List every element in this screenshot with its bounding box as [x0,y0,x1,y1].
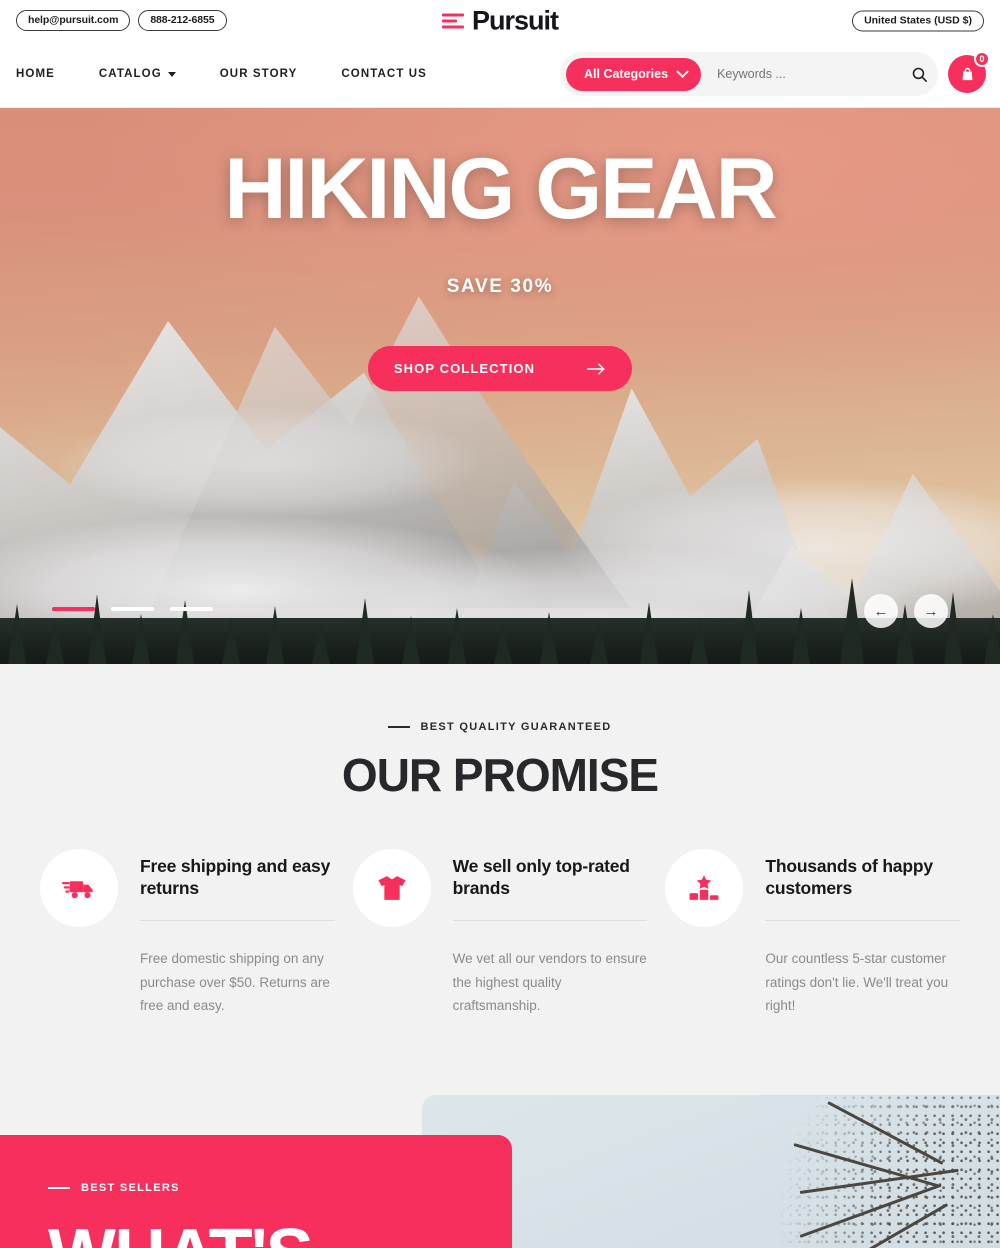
nav-item-label: CONTACT US [341,68,427,80]
contact-pills: help@pursuit.com 888-212-6855 [16,9,227,32]
search-input[interactable] [701,67,906,81]
feature-list: Free shipping and easy returns Free dome… [0,802,1000,1017]
feature-item: We sell only top-rated brands We vet all… [352,849,648,1017]
nav-item-label: CATALOG [98,68,162,80]
hero-slide-indicator-2[interactable] [111,607,154,611]
chevron-down-icon [676,64,689,78]
page-root: help@pursuit.com 888-212-6855 Pursuit Un… [0,0,1000,1248]
divider [140,920,335,922]
feature-title: Free shipping and easy returns [140,856,331,899]
best-sellers-section: BEST SELLERS WHAT'S [0,1069,1000,1248]
feature-text: We vet all our vendors to ensure the hig… [452,951,647,1014]
arrow-right-icon: → [923,602,939,620]
promise-title: OUR PROMISE [341,749,659,801]
shop-collection-button[interactable]: SHOP COLLECTION [367,346,633,391]
best-sellers-title: WHAT'S [48,1219,512,1248]
hero-nav-arrows: ← → [864,594,948,628]
feature-text: Our countless 5-star customer ratings do… [765,951,949,1014]
arrow-left-icon: ← [873,602,889,620]
feature-body: Free shipping and easy returns Free dome… [140,849,335,1017]
dash-icon [388,726,411,728]
cart-button[interactable]: 0 [948,51,990,93]
feature-item: Thousands of happy customers Our countle… [665,849,961,1017]
feature-body: We sell only top-rated brands We vet all… [452,849,648,1017]
locale-selector[interactable]: United States (USD $) [852,10,984,31]
hero-subtitle: SAVE 30% [446,276,554,297]
email-pill[interactable]: help@pursuit.com [16,9,131,32]
brand-name: Pursuit [471,5,559,35]
hero-slide-indicator-3[interactable] [170,607,213,611]
shopping-bag-icon [962,67,972,80]
hero-slide-indicators [52,607,213,611]
dash-icon [48,1187,70,1190]
hero-slide-indicator-1[interactable] [52,607,95,611]
nav-item-label: HOME [16,68,55,80]
hero-next-button[interactable]: → [914,594,948,628]
hero-prev-button[interactable]: ← [864,594,898,628]
top-bar: help@pursuit.com 888-212-6855 Pursuit Un… [0,0,1000,41]
delivery-truck-icon [40,849,118,927]
chevron-down-icon [167,72,176,77]
our-promise-section: BEST QUALITY GUARANTEED OUR PROMISE Free… [0,664,1000,1070]
divider [765,920,961,922]
nav-item-contact-us[interactable]: CONTACT US [341,68,449,80]
logo-bars-icon [441,13,464,28]
nav-item-catalog[interactable]: CATALOG [99,68,198,80]
search-bar: All Categories [560,52,938,96]
feature-title: We sell only top-rated brands [452,856,630,899]
divider [452,920,648,922]
shop-collection-label: SHOP COLLECTION [393,361,536,376]
cart-count-badge: 0 [974,51,990,67]
best-sellers-panel: BEST SELLERS WHAT'S [0,1135,512,1248]
feature-text: Free domestic shipping on any purchase o… [140,951,330,1014]
main-nav: HOME CATALOG OUR STORY CONTACT US [16,68,471,80]
podium-star-icon [665,849,744,927]
search-icon[interactable] [906,66,932,83]
category-dropdown[interactable]: All Categories [566,57,702,91]
bare-tree-icon [740,1095,1000,1248]
hero-content: HIKING GEAR SAVE 30% SHOP COLLECTION [0,108,1000,664]
phone-pill[interactable]: 888-212-6855 [138,9,227,32]
nav-item-home[interactable]: HOME [16,68,77,80]
promise-eyebrow-label: BEST QUALITY GUARANTEED [420,721,612,733]
t-shirt-icon [352,849,431,927]
nav-item-our-story[interactable]: OUR STORY [220,68,320,80]
feature-title: Thousands of happy customers [765,856,933,899]
feature-item: Free shipping and easy returns Free dome… [40,849,335,1017]
hero-title: HIKING GEAR [224,141,777,237]
best-sellers-eyebrow: BEST SELLERS [48,1182,512,1194]
hero-carousel: HIKING GEAR SAVE 30% SHOP COLLECTION ← → [0,108,1000,664]
promise-eyebrow: BEST QUALITY GUARANTEED [0,721,1000,733]
category-dropdown-label: All Categories [584,67,669,81]
feature-body: Thousands of happy customers Our countle… [765,849,961,1017]
brand-logo[interactable]: Pursuit [441,5,559,35]
nav-item-label: OUR STORY [219,68,298,80]
main-nav-bar: HOME CATALOG OUR STORY CONTACT US All Ca… [0,41,1000,108]
arrow-right-icon [587,362,605,375]
best-sellers-eyebrow-label: BEST SELLERS [81,1182,180,1195]
